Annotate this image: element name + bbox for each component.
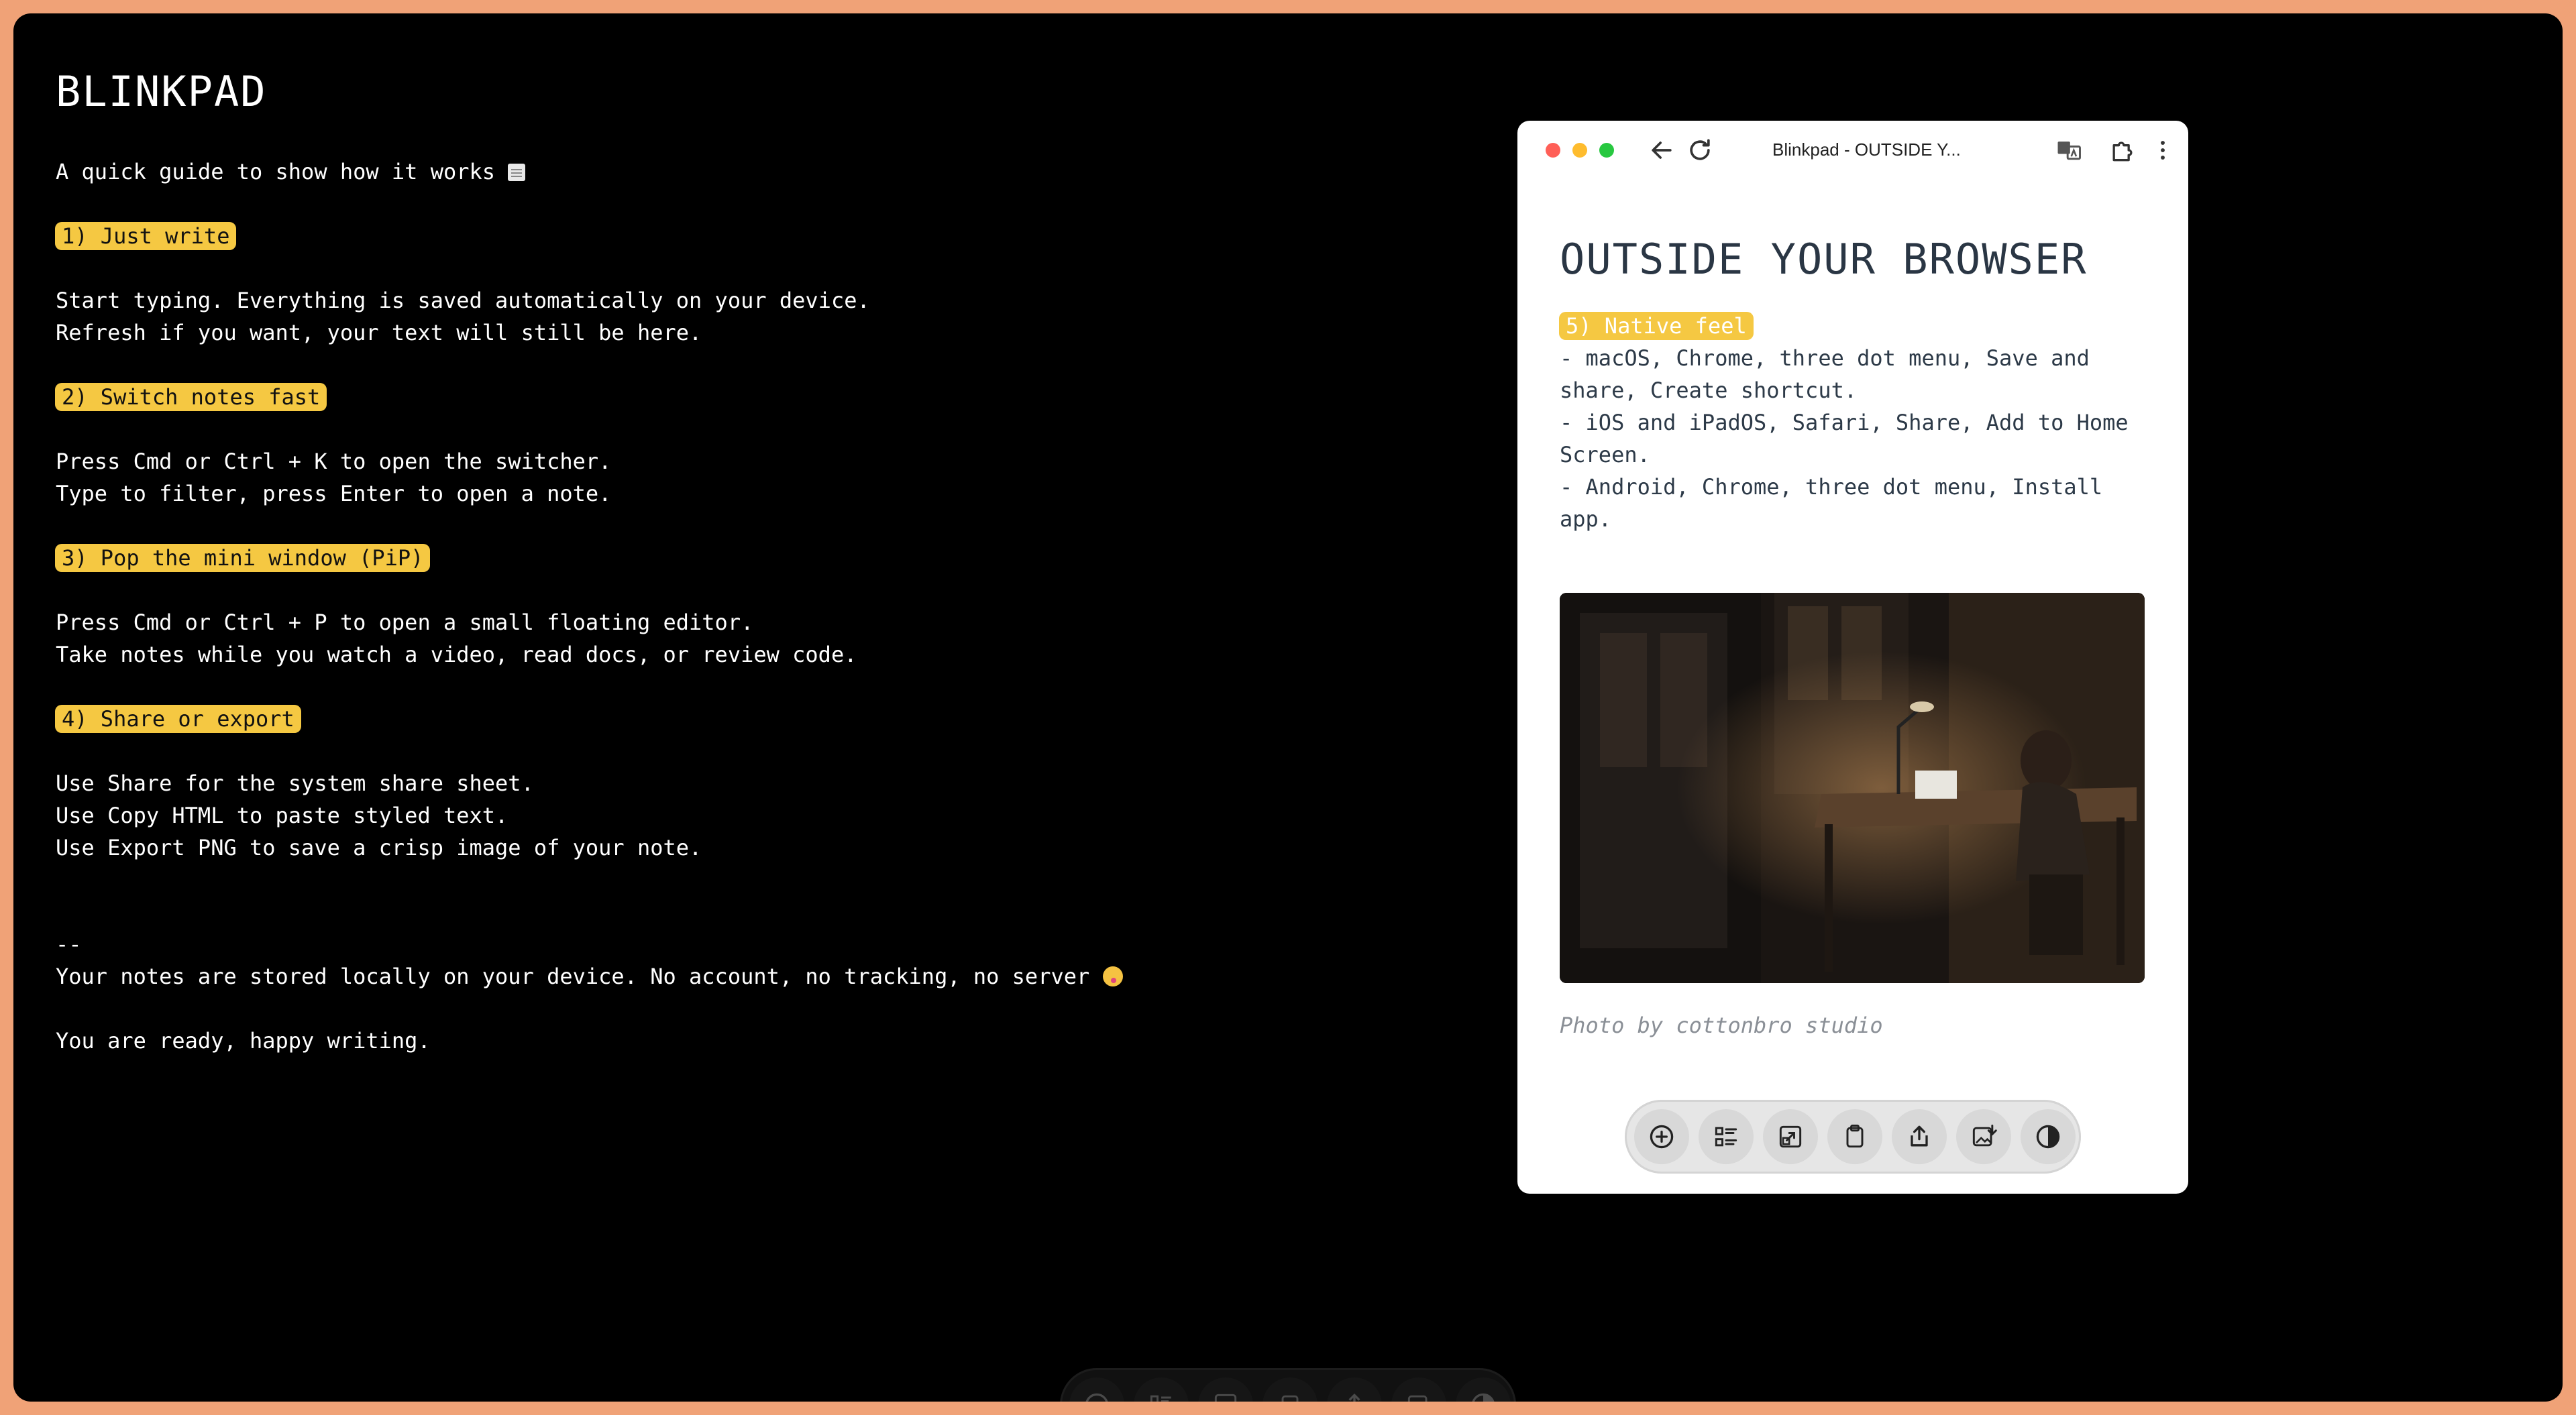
body-line: Type to filter, press Enter to open a no…: [56, 481, 612, 506]
theme-toggle-button[interactable]: [1456, 1377, 1511, 1402]
list-icon: [1150, 1395, 1171, 1402]
new-note-button[interactable]: [1634, 1109, 1689, 1164]
plus-circle-icon: [1650, 1125, 1674, 1149]
photo-caption: Photo by cottonbro studio: [1560, 1013, 1883, 1038]
share-icon: [1911, 1125, 1928, 1147]
reload-icon[interactable]: [1685, 135, 1715, 165]
image-download-icon: [1407, 1395, 1428, 1402]
shush-emoji-icon: [1102, 966, 1123, 986]
app-window: BLINKPAD A quick guide to show how it wo…: [13, 13, 2563, 1402]
pip-button[interactable]: [1763, 1109, 1818, 1164]
window-title: Blinkpad - OUTSIDE Y...: [1772, 139, 1961, 160]
privacy-line: Your notes are stored locally on your de…: [56, 963, 1123, 990]
minimize-window-button[interactable]: [1572, 143, 1587, 158]
section-heading: 5) Native feel: [1559, 310, 1754, 342]
body-line: Use Share for the system share sheet.: [56, 771, 534, 796]
section-heading: 2) Switch notes fast: [55, 383, 327, 411]
image-download-icon: [1972, 1125, 1997, 1147]
body-line: - macOS, Chrome, three dot menu, Save an…: [1560, 345, 2090, 371]
section-heading: 3) Pop the mini window (PiP): [55, 544, 431, 572]
translate-icon[interactable]: [2054, 135, 2084, 165]
section-heading: 4) Share or export: [55, 705, 301, 733]
pip-titlebar[interactable]: Blinkpad - OUTSIDE Y...: [1517, 121, 2188, 174]
main-toolbar: [1060, 1368, 1516, 1402]
body-line: Start typing. Everything is saved automa…: [56, 288, 870, 313]
intro-text: A quick guide to show how it works: [56, 159, 496, 184]
body-line: Use Export PNG to save a crisp image of …: [56, 835, 702, 860]
contrast-icon: [1472, 1393, 1495, 1402]
copy-html-button[interactable]: [1827, 1109, 1882, 1164]
separator: --: [56, 931, 82, 957]
theme-toggle-button[interactable]: [2021, 1109, 2076, 1164]
contrast-icon: [2036, 1125, 2060, 1149]
export-png-button[interactable]: [1956, 1109, 2011, 1164]
picture-in-picture-icon: [1214, 1394, 1237, 1402]
highlight-just-write: 1) Just write: [55, 222, 237, 250]
copy-html-button[interactable]: [1263, 1377, 1318, 1402]
clipboard-icon: [1281, 1395, 1299, 1402]
memo-icon: [508, 164, 526, 181]
pip-window[interactable]: Blinkpad - OUTSIDE Y... OUTSIDE YOUR BRO…: [1517, 121, 2188, 1194]
highlight-native-feel: 5) Native feel: [1559, 312, 1754, 340]
body-line: Take notes while you watch a video, read…: [56, 642, 857, 667]
body-line: Press Cmd or Ctrl + P to open a small fl…: [56, 610, 754, 635]
more-vertical-icon[interactable]: [2148, 135, 2178, 165]
closing-line: You are ready, happy writing.: [56, 1028, 431, 1054]
pip-toolbar: [1625, 1100, 2081, 1174]
note-photo: [1560, 593, 2145, 983]
switcher-button[interactable]: [1134, 1377, 1189, 1402]
body-line: share, Create shortcut.: [1560, 378, 1858, 403]
body-line: Press Cmd or Ctrl + K to open the switch…: [56, 449, 612, 474]
highlight-mini-window: 3) Pop the mini window (PiP): [55, 544, 431, 572]
section-heading: 1) Just write: [55, 222, 237, 250]
body-line: Screen.: [1560, 442, 1650, 467]
intro-line: A quick guide to show how it works: [56, 158, 526, 185]
highlight-share-export: 4) Share or export: [55, 705, 301, 733]
switcher-button[interactable]: [1699, 1109, 1754, 1164]
new-note-button[interactable]: [1069, 1377, 1124, 1402]
pip-note-title: OUTSIDE YOUR BROWSER: [1560, 235, 2088, 284]
maximize-window-button[interactable]: [1599, 143, 1614, 158]
list-icon: [1715, 1127, 1737, 1147]
clipboard-icon: [1846, 1125, 1864, 1148]
body-line: app.: [1560, 506, 1612, 532]
share-button[interactable]: [1892, 1109, 1947, 1164]
picture-in-picture-icon: [1779, 1125, 1802, 1148]
extensions-puzzle-icon[interactable]: [2108, 135, 2137, 165]
body-line: Use Copy HTML to paste styled text.: [56, 803, 508, 828]
note-title: BLINKPAD: [56, 67, 267, 116]
share-button[interactable]: [1327, 1377, 1382, 1402]
plus-circle-icon: [1085, 1393, 1108, 1402]
pip-button[interactable]: [1198, 1377, 1253, 1402]
body-line: - Android, Chrome, three dot menu, Insta…: [1560, 474, 2103, 500]
share-icon: [1348, 1393, 1360, 1402]
highlight-switch-notes: 2) Switch notes fast: [55, 383, 327, 411]
back-arrow-icon[interactable]: [1647, 135, 1676, 165]
privacy-text: Your notes are stored locally on your de…: [56, 964, 1090, 989]
body-line: Refresh if you want, your text will stil…: [56, 320, 702, 345]
close-window-button[interactable]: [1546, 143, 1560, 158]
export-png-button[interactable]: [1391, 1377, 1446, 1402]
body-line: - iOS and iPadOS, Safari, Share, Add to …: [1560, 410, 2129, 435]
